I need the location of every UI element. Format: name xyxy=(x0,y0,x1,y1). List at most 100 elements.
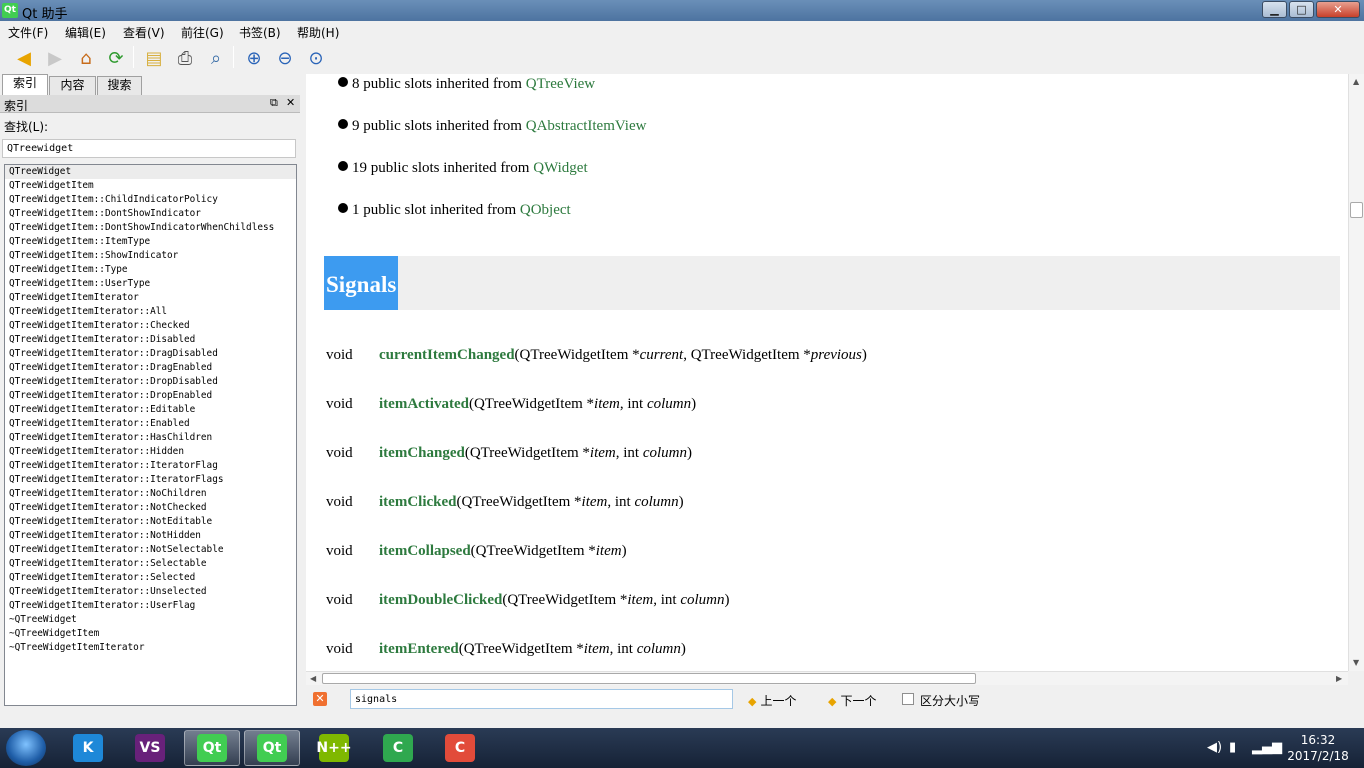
signal-name-link[interactable]: itemActivated xyxy=(379,396,469,412)
zoom-out-icon[interactable]: ⊖ xyxy=(273,46,297,70)
home-icon[interactable]: ⌂ xyxy=(74,46,98,70)
index-list-item[interactable]: QTreeWidgetItem::ShowIndicator xyxy=(5,249,296,263)
taskbar-qt-assistant[interactable]: Qt xyxy=(184,730,240,766)
signal-name-link[interactable]: itemChanged xyxy=(379,445,465,461)
clock[interactable]: 16:32 2017/2/18 xyxy=(1286,732,1350,764)
index-list-item[interactable]: ~QTreeWidgetItem xyxy=(5,627,296,641)
index-list-item[interactable]: QTreeWidgetItemIterator::DragDisabled xyxy=(5,347,296,361)
volume-icon[interactable]: ◀) xyxy=(1207,740,1222,755)
index-list-item[interactable]: QTreeWidgetItemIterator::Selected xyxy=(5,571,296,585)
index-list[interactable]: QTreeWidget QTreeWidgetItem QTreeWidgetIte… xyxy=(4,164,297,706)
maximize-button[interactable]: □ xyxy=(1289,1,1314,18)
find-icon[interactable]: ⌕ xyxy=(204,46,228,70)
index-list-item[interactable]: QTreeWidgetItemIterator::NotSelectable xyxy=(5,543,296,557)
tab-search[interactable]: 搜索 xyxy=(97,76,142,95)
scroll-right-icon[interactable]: ▶ xyxy=(1336,674,1342,683)
minimize-button[interactable]: ▁ xyxy=(1262,1,1287,18)
window-title: Qt 助手 xyxy=(22,7,68,22)
vertical-scroll-thumb[interactable] xyxy=(1350,202,1363,218)
close-panel-icon[interactable]: ✕ xyxy=(286,96,295,109)
back-icon[interactable]: ◀ xyxy=(12,46,36,70)
menu-view[interactable]: 查看(V) xyxy=(123,24,165,41)
index-list-item[interactable]: QTreeWidgetItemIterator::All xyxy=(5,305,296,319)
menu-file[interactable]: 文件(F) xyxy=(8,24,48,41)
index-list-item[interactable]: QTreeWidgetItemIterator::IteratorFlag xyxy=(5,459,296,473)
index-list-item[interactable]: QTreeWidgetItemIterator::DropDisabled xyxy=(5,375,296,389)
index-list-item[interactable]: QTreeWidgetItemIterator::Selectable xyxy=(5,557,296,571)
class-link[interactable]: QWidget xyxy=(533,160,587,176)
index-list-item[interactable]: QTreeWidgetItemIterator::Enabled xyxy=(5,417,296,431)
index-list-item[interactable]: QTreeWidgetItemIterator::HasChildren xyxy=(5,431,296,445)
signal-name-link[interactable]: itemClicked xyxy=(379,494,456,510)
index-list-item[interactable]: QTreeWidgetItem xyxy=(5,179,296,193)
find-text-input[interactable] xyxy=(350,689,733,709)
index-list-item[interactable]: QTreeWidgetItemIterator::Checked xyxy=(5,319,296,333)
close-button[interactable]: ✕ xyxy=(1316,1,1360,18)
scroll-down-icon[interactable]: ▼ xyxy=(1353,658,1359,667)
class-link[interactable]: QObject xyxy=(520,202,571,218)
index-list-item[interactable]: ~QTreeWidget xyxy=(5,613,296,627)
index-list-item[interactable]: QTreeWidgetItemIterator::Hidden xyxy=(5,445,296,459)
sync-icon[interactable]: ⟳ xyxy=(104,46,128,70)
signal-param-text: (QTreeWidgetItem * xyxy=(514,347,640,363)
class-link[interactable]: QTreeView xyxy=(526,76,595,92)
horizontal-scroll-thumb[interactable] xyxy=(322,673,976,684)
signal-name-link[interactable]: itemEntered xyxy=(379,641,459,657)
index-list-item[interactable]: QTreeWidgetItem::ItemType xyxy=(5,235,296,249)
print-icon[interactable]: ⎙ xyxy=(173,46,197,70)
index-list-item[interactable]: QTreeWidgetItem::ChildIndicatorPolicy xyxy=(5,193,296,207)
zoom-in-icon[interactable]: ⊕ xyxy=(242,46,266,70)
class-link[interactable]: QAbstractItemView xyxy=(526,118,647,134)
menu-help[interactable]: 帮助(H) xyxy=(297,24,339,41)
index-list-item[interactable]: QTreeWidgetItemIterator::NotEditable xyxy=(5,515,296,529)
float-panel-icon[interactable]: ⧉ xyxy=(270,96,278,110)
power-icon[interactable]: ▮ xyxy=(1229,740,1236,755)
index-list-item[interactable]: QTreeWidgetItemIterator::Editable xyxy=(5,403,296,417)
taskbar-visual-studio[interactable]: VS xyxy=(122,730,178,766)
index-list-item[interactable]: QTreeWidgetItem::DontShowIndicatorWhenCh… xyxy=(5,221,296,235)
tab-index[interactable]: 索引 xyxy=(2,74,48,95)
index-list-item[interactable]: QTreeWidgetItemIterator::Disabled xyxy=(5,333,296,347)
index-list-item[interactable]: QTreeWidgetItemIterator::NotHidden xyxy=(5,529,296,543)
index-list-item[interactable]: ~QTreeWidgetItemIterator xyxy=(5,641,296,655)
find-previous-button[interactable]: ◆ 上一个 xyxy=(748,692,796,709)
find-next-button[interactable]: ◆ 下一个 xyxy=(828,692,876,709)
menu-edit[interactable]: 编辑(E) xyxy=(65,24,106,41)
case-sensitive-checkbox[interactable] xyxy=(902,693,914,705)
index-list-item[interactable]: QTreeWidgetItemIterator::DragEnabled xyxy=(5,361,296,375)
menu-bookmarks[interactable]: 书签(B) xyxy=(239,24,281,41)
taskbar-camtasia-green[interactable]: C xyxy=(370,730,426,766)
network-icon[interactable]: ▂▄▆ xyxy=(1252,740,1282,755)
taskbar-camtasia-recorder[interactable]: C xyxy=(432,730,488,766)
vertical-scrollbar[interactable]: ▲ ▼ xyxy=(1348,74,1364,671)
start-button[interactable] xyxy=(6,730,46,766)
scroll-left-icon[interactable]: ◀ xyxy=(310,674,316,683)
index-list-item[interactable]: QTreeWidgetItemIterator::UserFlag xyxy=(5,599,296,613)
signal-name-link[interactable]: currentItemChanged xyxy=(379,347,515,363)
title-bar: Qt Qt 助手 ▁ □ ✕ xyxy=(0,0,1364,22)
signal-name-link[interactable]: itemCollapsed xyxy=(379,543,471,559)
index-list-item[interactable]: QTreeWidgetItemIterator xyxy=(5,291,296,305)
index-list-item[interactable]: QTreeWidget xyxy=(5,165,296,179)
menu-go[interactable]: 前往(G) xyxy=(181,24,224,41)
index-list-item[interactable]: QTreeWidgetItem::DontShowIndicator xyxy=(5,207,296,221)
index-list-item[interactable]: QTreeWidgetItemIterator::DropEnabled xyxy=(5,389,296,403)
signal-name-link[interactable]: itemDoubleClicked xyxy=(379,592,502,608)
scroll-up-icon[interactable]: ▲ xyxy=(1353,77,1359,86)
zoom-reset-icon[interactable]: ⊙ xyxy=(304,46,328,70)
taskbar-notepad-plus[interactable]: N++ xyxy=(306,730,362,766)
tab-contents[interactable]: 内容 xyxy=(49,76,96,95)
taskbar-qt-creator[interactable]: Qt xyxy=(244,730,300,766)
index-list-item[interactable]: QTreeWidgetItem::Type xyxy=(5,263,296,277)
index-list-item[interactable]: QTreeWidgetItem::UserType xyxy=(5,277,296,291)
index-find-input[interactable] xyxy=(2,139,296,158)
forward-icon[interactable]: ▶ xyxy=(43,46,67,70)
taskbar-k-app[interactable]: K xyxy=(60,730,116,766)
index-list-item[interactable]: QTreeWidgetItemIterator::IteratorFlags xyxy=(5,473,296,487)
index-list-item[interactable]: QTreeWidgetItemIterator::NoChildren xyxy=(5,487,296,501)
bookmark-icon[interactable]: ▤ xyxy=(142,46,166,70)
index-list-item[interactable]: QTreeWidgetItemIterator::NotChecked xyxy=(5,501,296,515)
index-list-item[interactable]: QTreeWidgetItemIterator::Unselected xyxy=(5,585,296,599)
close-find-icon[interactable]: ✕ xyxy=(313,692,327,706)
horizontal-scrollbar[interactable]: ◀ ▶ xyxy=(306,671,1348,685)
